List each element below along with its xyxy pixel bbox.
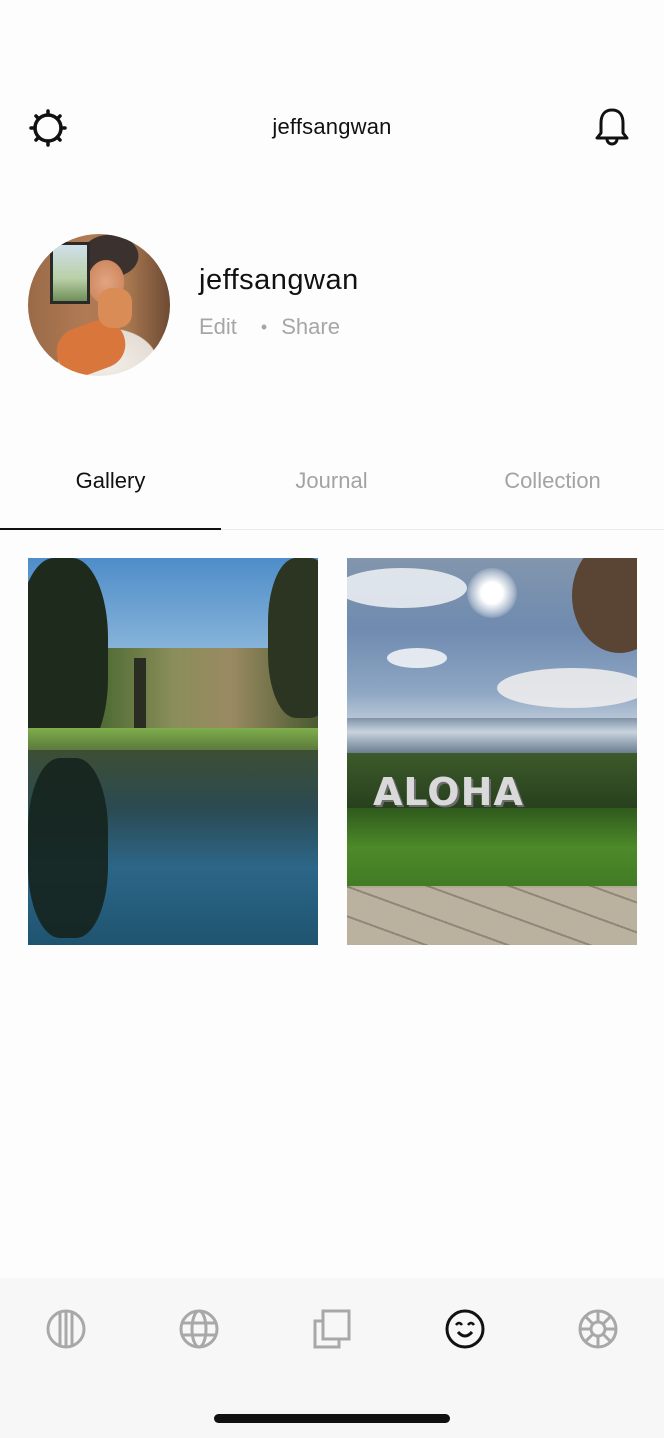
- home-indicator: [214, 1414, 450, 1423]
- photo-sun: [467, 568, 517, 618]
- tab-gallery[interactable]: Gallery: [0, 468, 221, 494]
- avatar[interactable]: [28, 234, 170, 376]
- photo-reflection: [28, 758, 108, 938]
- tab-collection[interactable]: Collection: [442, 468, 663, 494]
- smiley-face-icon[interactable]: [444, 1308, 486, 1350]
- edit-profile-link[interactable]: Edit: [199, 314, 237, 340]
- profile-username: jeffsangwan: [199, 264, 359, 296]
- globe-icon[interactable]: [178, 1308, 220, 1350]
- photo-lawn: [347, 808, 637, 888]
- notification-bell-icon[interactable]: [594, 106, 630, 148]
- top-bar: jeffsangwan: [0, 98, 664, 158]
- gallery-photo-aloha[interactable]: ALOHA: [347, 558, 637, 945]
- photo-cloud: [387, 648, 447, 668]
- photo-sea: [347, 718, 637, 753]
- stacked-pages-icon[interactable]: [311, 1308, 353, 1350]
- avatar-hand: [98, 288, 132, 328]
- tab-journal[interactable]: Journal: [221, 468, 442, 494]
- gallery-grid: ALOHA: [28, 558, 638, 946]
- profile-tabs: Gallery Journal Collection: [0, 450, 664, 532]
- photo-stone-path: [347, 886, 637, 945]
- active-tab-indicator: [0, 528, 221, 530]
- wheel-icon[interactable]: [577, 1308, 619, 1350]
- share-profile-link[interactable]: Share: [281, 314, 340, 340]
- separator-dot: •: [260, 316, 268, 337]
- photo-aloha-sign: ALOHA: [373, 770, 524, 814]
- header-title: jeffsangwan: [272, 114, 392, 139]
- photo-grass: [28, 728, 318, 750]
- profile-actions: Edit • Share: [199, 314, 340, 340]
- profile-header: jeffsangwan Edit • Share: [28, 234, 648, 376]
- striped-circle-icon[interactable]: [45, 1308, 87, 1350]
- photo-tree-right: [268, 558, 318, 718]
- bottom-navigation-bar: [0, 1278, 664, 1438]
- gallery-photo-park-pond[interactable]: [28, 558, 318, 945]
- photo-cloud: [497, 668, 637, 708]
- avatar-background-window: [50, 242, 90, 304]
